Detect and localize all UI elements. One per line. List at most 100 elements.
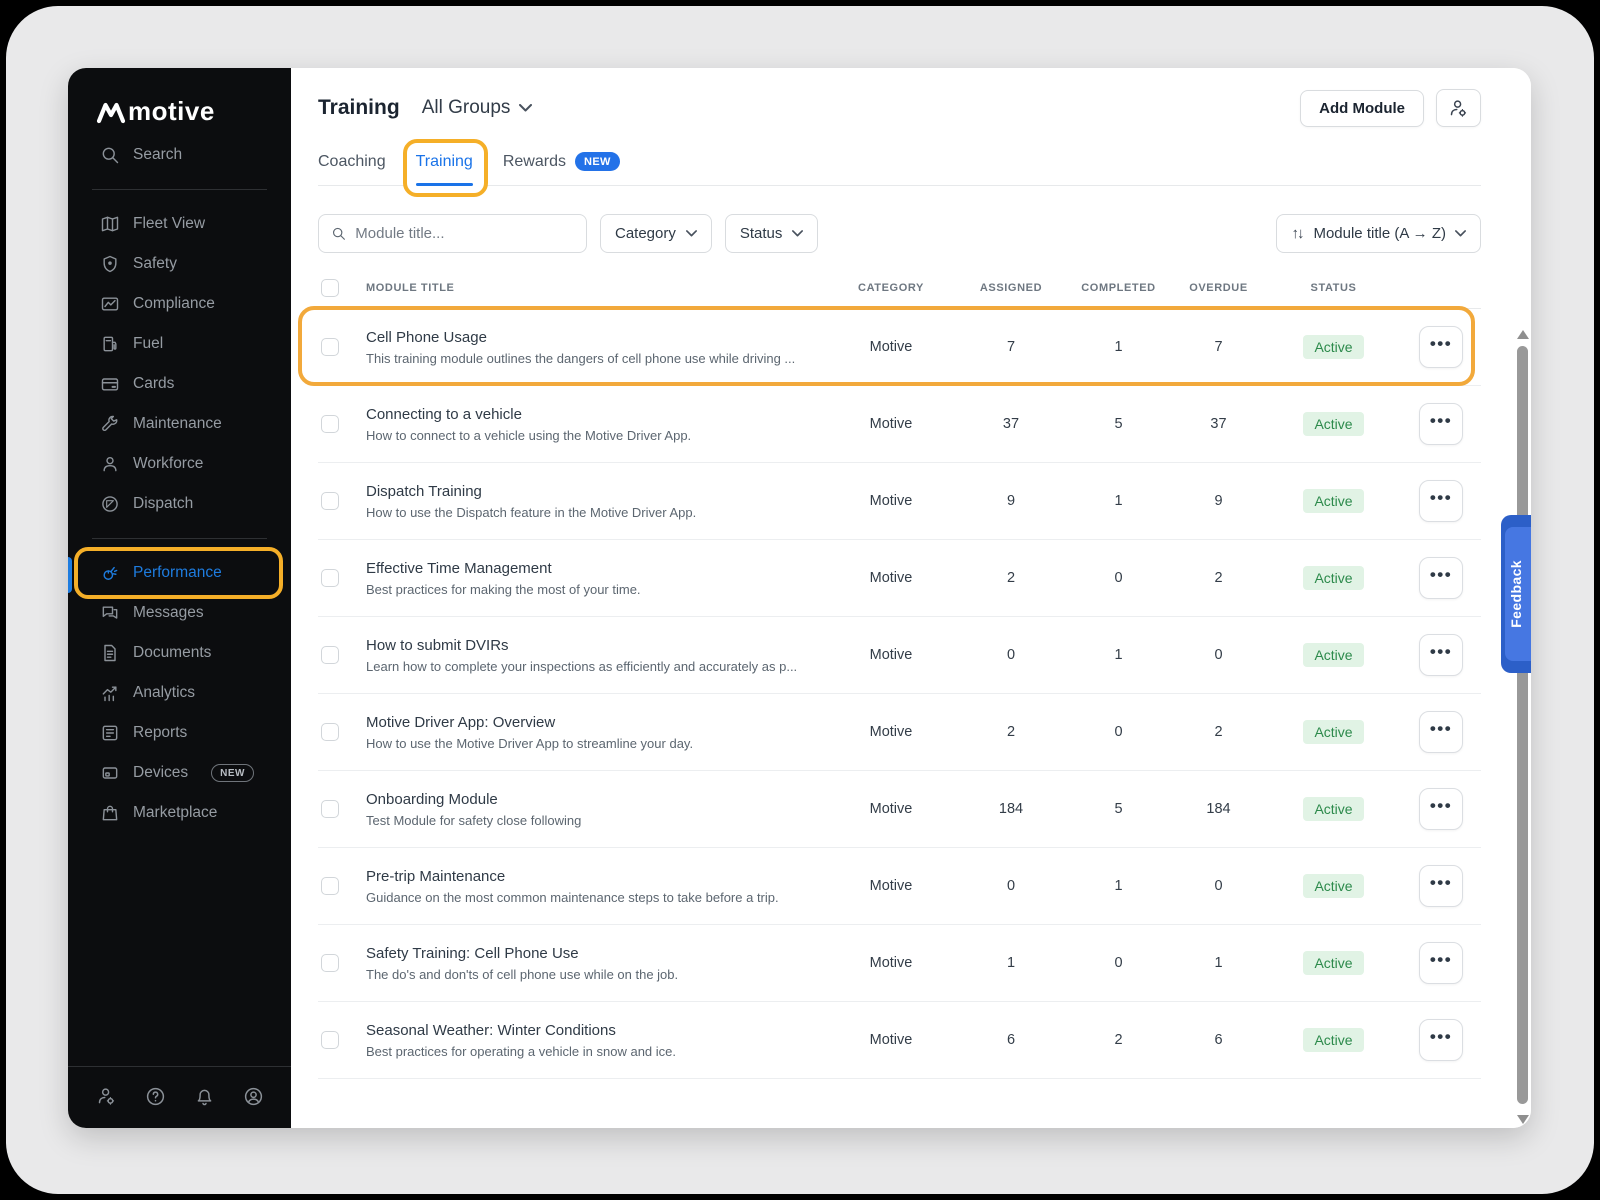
sidebar-item-reports[interactable]: Reports (68, 713, 291, 753)
sidebar-divider (92, 538, 267, 539)
row-checkbox[interactable] (321, 646, 339, 664)
sidebar-item-performance[interactable]: Performance (68, 553, 291, 593)
admin-user-gear-icon[interactable] (96, 1086, 117, 1107)
scrollbar-down-arrow[interactable] (1517, 1115, 1529, 1124)
category-filter-dropdown[interactable]: Category (600, 214, 712, 253)
row-checkbox[interactable] (321, 1031, 339, 1049)
row-checkbox[interactable] (321, 800, 339, 818)
status-badge: Active (1303, 412, 1363, 436)
table-row[interactable]: Connecting to a vehicle How to connect t… (318, 386, 1481, 463)
module-category: Motive (826, 1032, 956, 1048)
tab-training[interactable]: Training (416, 152, 473, 185)
sidebar-item-maintenance[interactable]: Maintenance (68, 404, 291, 444)
module-overdue-count: 0 (1171, 647, 1266, 663)
tab-coaching[interactable]: Coaching (318, 152, 386, 185)
row-checkbox[interactable] (321, 723, 339, 741)
table-row[interactable]: Safety Training: Cell Phone Use The do's… (318, 925, 1481, 1002)
scrollbar-up-arrow[interactable] (1517, 330, 1529, 339)
account-icon[interactable] (243, 1086, 264, 1107)
sidebar-item-messages[interactable]: Messages (68, 593, 291, 633)
vertical-scrollbar[interactable] (1516, 330, 1529, 1126)
module-category: Motive (826, 647, 956, 663)
sidebar-item-label: Documents (133, 644, 211, 662)
bell-icon[interactable] (194, 1086, 215, 1107)
row-actions-button[interactable]: ••• (1419, 865, 1463, 907)
module-overdue-count: 2 (1171, 724, 1266, 740)
table-row[interactable]: Dispatch Training How to use the Dispatc… (318, 463, 1481, 540)
module-search-field[interactable] (318, 214, 587, 253)
group-selector[interactable]: All Groups (422, 97, 533, 119)
chevron-down-icon (519, 104, 532, 112)
sidebar-item-compliance[interactable]: Compliance (68, 284, 291, 324)
app-window: motive Search Fleet View Safety Complian… (68, 68, 1531, 1128)
sidebar-item-dispatch[interactable]: Dispatch (68, 484, 291, 524)
help-icon[interactable] (145, 1086, 166, 1107)
feedback-tab[interactable]: Feedback (1501, 515, 1531, 673)
table-row[interactable]: How to submit DVIRs Learn how to complet… (318, 617, 1481, 694)
sidebar-item-label: Analytics (133, 684, 195, 702)
scrollbar-thumb[interactable] (1517, 346, 1528, 1104)
sidebar-item-workforce[interactable]: Workforce (68, 444, 291, 484)
sidebar-item-documents[interactable]: Documents (68, 633, 291, 673)
add-module-button[interactable]: Add Module (1300, 90, 1424, 127)
status-badge: Active (1303, 1028, 1363, 1052)
row-checkbox[interactable] (321, 569, 339, 587)
row-actions-button[interactable]: ••• (1419, 711, 1463, 753)
module-category: Motive (826, 416, 956, 432)
sidebar-item-safety[interactable]: Safety (68, 244, 291, 284)
module-overdue-count: 9 (1171, 493, 1266, 509)
main-content: Training All Groups Add Module Coaching … (291, 68, 1531, 1128)
sidebar-item-label: Workforce (133, 455, 203, 473)
status-badge: Active (1303, 797, 1363, 821)
kebab-icon: ••• (1430, 339, 1452, 356)
module-assigned-count: 2 (956, 570, 1066, 586)
column-header-status: STATUS (1266, 282, 1401, 294)
kebab-icon: ••• (1430, 878, 1452, 895)
row-checkbox[interactable] (321, 954, 339, 972)
row-checkbox[interactable] (321, 415, 339, 433)
module-description: How to use the Dispatch feature in the M… (366, 505, 826, 520)
status-filter-dropdown[interactable]: Status (725, 214, 819, 253)
row-actions-button[interactable]: ••• (1419, 480, 1463, 522)
row-actions-button[interactable]: ••• (1419, 326, 1463, 368)
sidebar-footer (68, 1066, 291, 1128)
row-checkbox[interactable] (321, 877, 339, 895)
sidebar-item-fleet-view[interactable]: Fleet View (68, 204, 291, 244)
status-badge: Active (1303, 951, 1363, 975)
tab-rewards[interactable]: Rewards NEW (503, 152, 620, 185)
sort-dropdown[interactable]: ↑↓ Module title (A → Z) (1276, 214, 1481, 253)
table-row[interactable]: Cell Phone Usage This training module ou… (318, 309, 1481, 386)
select-all-checkbox[interactable] (321, 279, 339, 297)
module-search-input[interactable] (355, 225, 574, 242)
sidebar-item-cards[interactable]: Cards (68, 364, 291, 404)
module-completed-count: 1 (1066, 339, 1171, 355)
sidebar-item-analytics[interactable]: Analytics (68, 673, 291, 713)
row-actions-button[interactable]: ••• (1419, 788, 1463, 830)
category-filter-label: Category (615, 225, 676, 242)
sidebar-item-devices[interactable]: Devices NEW (68, 753, 291, 793)
search-icon (331, 225, 346, 242)
sidebar-item-search[interactable]: Search (68, 135, 291, 175)
table-row[interactable]: Pre-trip Maintenance Guidance on the mos… (318, 848, 1481, 925)
sidebar-item-fuel[interactable]: Fuel (68, 324, 291, 364)
table-row[interactable]: Seasonal Weather: Winter Conditions Best… (318, 1002, 1481, 1079)
row-actions-button[interactable]: ••• (1419, 1019, 1463, 1061)
module-description: This training module outlines the danger… (366, 351, 826, 366)
row-checkbox[interactable] (321, 492, 339, 510)
row-actions-button[interactable]: ••• (1419, 942, 1463, 984)
search-icon (100, 145, 120, 165)
row-actions-button[interactable]: ••• (1419, 557, 1463, 599)
sidebar-item-marketplace[interactable]: Marketplace (68, 793, 291, 833)
module-description: Guidance on the most common maintenance … (366, 890, 826, 905)
table-row[interactable]: Motive Driver App: Overview How to use t… (318, 694, 1481, 771)
column-header-completed: COMPLETED (1066, 282, 1171, 294)
sort-arrows-icon: ↑↓ (1291, 225, 1302, 242)
row-actions-button[interactable]: ••• (1419, 634, 1463, 676)
manage-users-button[interactable] (1436, 89, 1481, 127)
row-actions-button[interactable]: ••• (1419, 403, 1463, 445)
table-row[interactable]: Effective Time Management Best practices… (318, 540, 1481, 617)
group-selector-label: All Groups (422, 97, 511, 119)
table-row[interactable]: Onboarding Module Test Module for safety… (318, 771, 1481, 848)
logo-text: motive (128, 98, 215, 124)
row-checkbox[interactable] (321, 338, 339, 356)
